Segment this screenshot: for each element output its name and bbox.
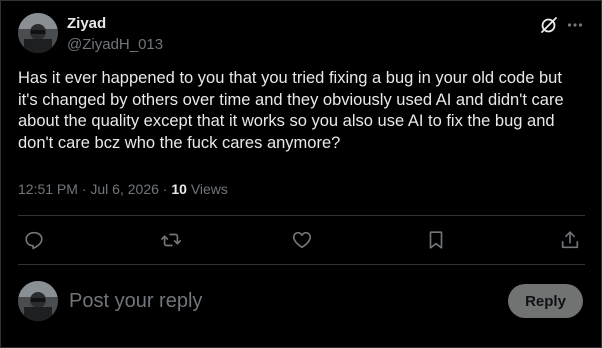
like-action-button[interactable] [291,229,313,251]
repost-action-button[interactable] [160,229,182,251]
author-handle[interactable]: @ZiyadH_013 [67,35,163,55]
views-count: 10 [171,181,187,197]
divider [18,215,585,216]
divider [18,264,585,265]
reply-icon [23,229,45,251]
share-action-button[interactable] [559,229,581,251]
tweet-text: Has it ever happened to you that you tri… [18,69,564,152]
tweet-meta: 12:51 PM · Jul 6, 2026 · 10 Views [18,179,228,199]
reply-action-button[interactable] [23,229,45,251]
more-horizontal-icon[interactable] [565,15,585,35]
author-avatar[interactable] [18,13,58,53]
meta-separator: · [162,181,168,197]
current-user-avatar[interactable] [18,281,58,321]
reply-button[interactable]: Reply [508,284,583,318]
bookmark-icon [425,229,447,251]
meta-separator: · [81,181,87,197]
tweet-time[interactable]: 12:51 PM [18,181,78,197]
grok-icon[interactable] [539,15,559,35]
author-display-name[interactable]: Ziyad [67,14,106,34]
bookmark-action-button[interactable] [425,229,447,251]
share-icon [559,229,581,251]
reply-input[interactable] [69,287,489,315]
post-card: Ziyad @ZiyadH_013 Has it ever happened t… [0,0,602,348]
like-heart-icon [291,229,313,251]
views-label: Views [190,181,228,197]
tweet-date[interactable]: Jul 6, 2026 [90,181,159,197]
repost-icon [160,229,182,251]
